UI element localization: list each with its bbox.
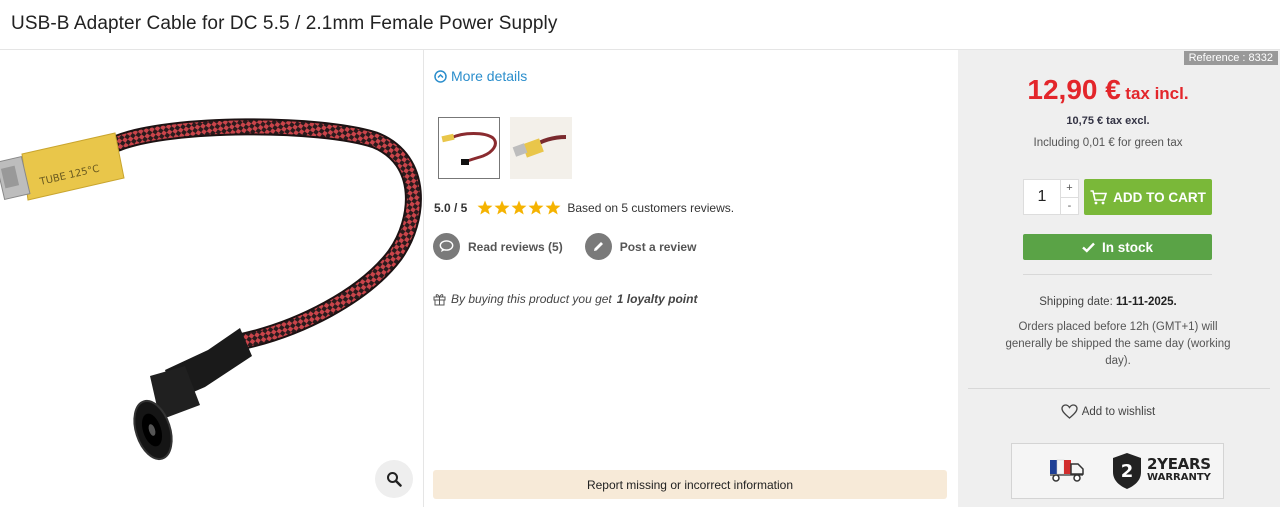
star-icon xyxy=(477,200,493,215)
price-tax-incl: 12,90 € tax incl. xyxy=(958,74,1258,106)
zoom-button[interactable] xyxy=(375,460,413,498)
chevron-circle-icon xyxy=(434,69,447,83)
gift-icon xyxy=(433,294,446,306)
rating-stars xyxy=(477,200,561,215)
magnifier-icon xyxy=(387,472,402,487)
add-to-cart-button[interactable]: ADD TO CART xyxy=(1084,179,1212,215)
more-details-link[interactable]: More details xyxy=(434,68,527,84)
rating-score: 5.0 / 5 xyxy=(434,200,468,215)
warranty-label: WARRANTY xyxy=(1147,472,1211,483)
pencil-icon xyxy=(584,233,612,260)
product-image-pane: TUBE 125°C xyxy=(0,50,424,507)
cart-icon xyxy=(1090,189,1108,204)
warranty-digit: 2 xyxy=(1121,461,1134,482)
star-icon xyxy=(494,200,510,215)
shipping-date-label: Shipping date: xyxy=(1039,296,1113,308)
report-info-button[interactable]: Report missing or incorrect information xyxy=(433,470,947,499)
loyalty-points: 1 loyalty point xyxy=(616,292,698,306)
shipping-date: Shipping date: 11-11-2025. xyxy=(958,296,1258,308)
speech-bubble-icon xyxy=(433,233,460,260)
product-title: USB-B Adapter Cable for DC 5.5 / 2.1mm F… xyxy=(11,13,558,34)
quantity-stepper[interactable]: 1 + - xyxy=(1023,179,1079,215)
star-icon xyxy=(528,200,544,215)
stock-status-badge: In stock xyxy=(1023,234,1212,260)
quantity-input[interactable]: 1 xyxy=(1024,180,1060,214)
thumbnail-cable-image xyxy=(439,118,499,178)
warranty-text: 2YEARS WARRANTY xyxy=(1147,457,1211,485)
price-amount: 12,90 € xyxy=(1027,74,1121,105)
add-to-wishlist-link[interactable]: Add to wishlist xyxy=(958,404,1258,419)
title-bar: USB-B Adapter Cable for DC 5.5 / 2.1mm F… xyxy=(0,0,1280,50)
warranty-years: 2YEARS xyxy=(1147,455,1211,473)
loyalty-prefix: By buying this product you get xyxy=(451,292,612,306)
shipping-note: Orders placed before 12h (GMT+1) will ge… xyxy=(1005,321,1231,367)
buy-box: Reference : 8332 12,90 € tax incl. 10,75… xyxy=(958,50,1280,507)
post-review-label: Post a review xyxy=(619,239,697,254)
shipping-date-value: 11-11-2025. xyxy=(1115,296,1177,308)
product-details-pane: More details 5.0 / 5 Based on 5 customer… xyxy=(424,50,958,507)
heart-icon xyxy=(1061,404,1078,419)
thumbnail-2[interactable] xyxy=(510,117,572,179)
more-details-label: More details xyxy=(451,68,528,84)
star-icon xyxy=(545,200,561,215)
post-review-button[interactable]: Post a review xyxy=(584,233,697,260)
loyalty-note: By buying this product you get 1 loyalty… xyxy=(433,292,697,306)
quantity-increase-button[interactable]: + xyxy=(1061,180,1078,197)
review-actions: Read reviews (5) Post a review xyxy=(433,233,696,260)
quantity-steps: + - xyxy=(1060,180,1078,214)
rating-summary: Based on 5 customers reviews. xyxy=(567,200,735,215)
thumbnail-1[interactable] xyxy=(438,117,500,179)
read-reviews-label: Read reviews (5) xyxy=(468,239,563,254)
divider xyxy=(1023,274,1212,275)
price-tax-excl: 10,75 € tax excl. xyxy=(1066,115,1150,127)
price-suffix: tax incl. xyxy=(1125,84,1189,103)
divider xyxy=(968,388,1270,389)
product-image[interactable]: TUBE 125°C xyxy=(0,50,424,507)
read-reviews-button[interactable]: Read reviews (5) xyxy=(433,233,563,260)
green-tax-note: Including 0,01 € for green tax xyxy=(1033,137,1183,149)
wishlist-label: Add to wishlist xyxy=(1081,405,1156,418)
reference-badge: Reference : 8332 xyxy=(1183,51,1278,65)
rating-row: 5.0 / 5 Based on 5 customers reviews. xyxy=(434,200,734,215)
guarantee-banner: 2 2YEARS WARRANTY xyxy=(1011,443,1224,499)
quantity-decrease-button[interactable]: - xyxy=(1061,196,1078,215)
stock-status-label: In stock xyxy=(1101,239,1153,255)
warranty-shield-icon: 2 xyxy=(1113,453,1141,489)
add-to-cart-label: ADD TO CART xyxy=(1113,189,1206,205)
star-icon xyxy=(511,200,527,215)
check-icon xyxy=(1082,242,1095,253)
thumbnail-closeup-image xyxy=(510,117,572,179)
france-delivery-truck-icon xyxy=(1050,459,1084,482)
